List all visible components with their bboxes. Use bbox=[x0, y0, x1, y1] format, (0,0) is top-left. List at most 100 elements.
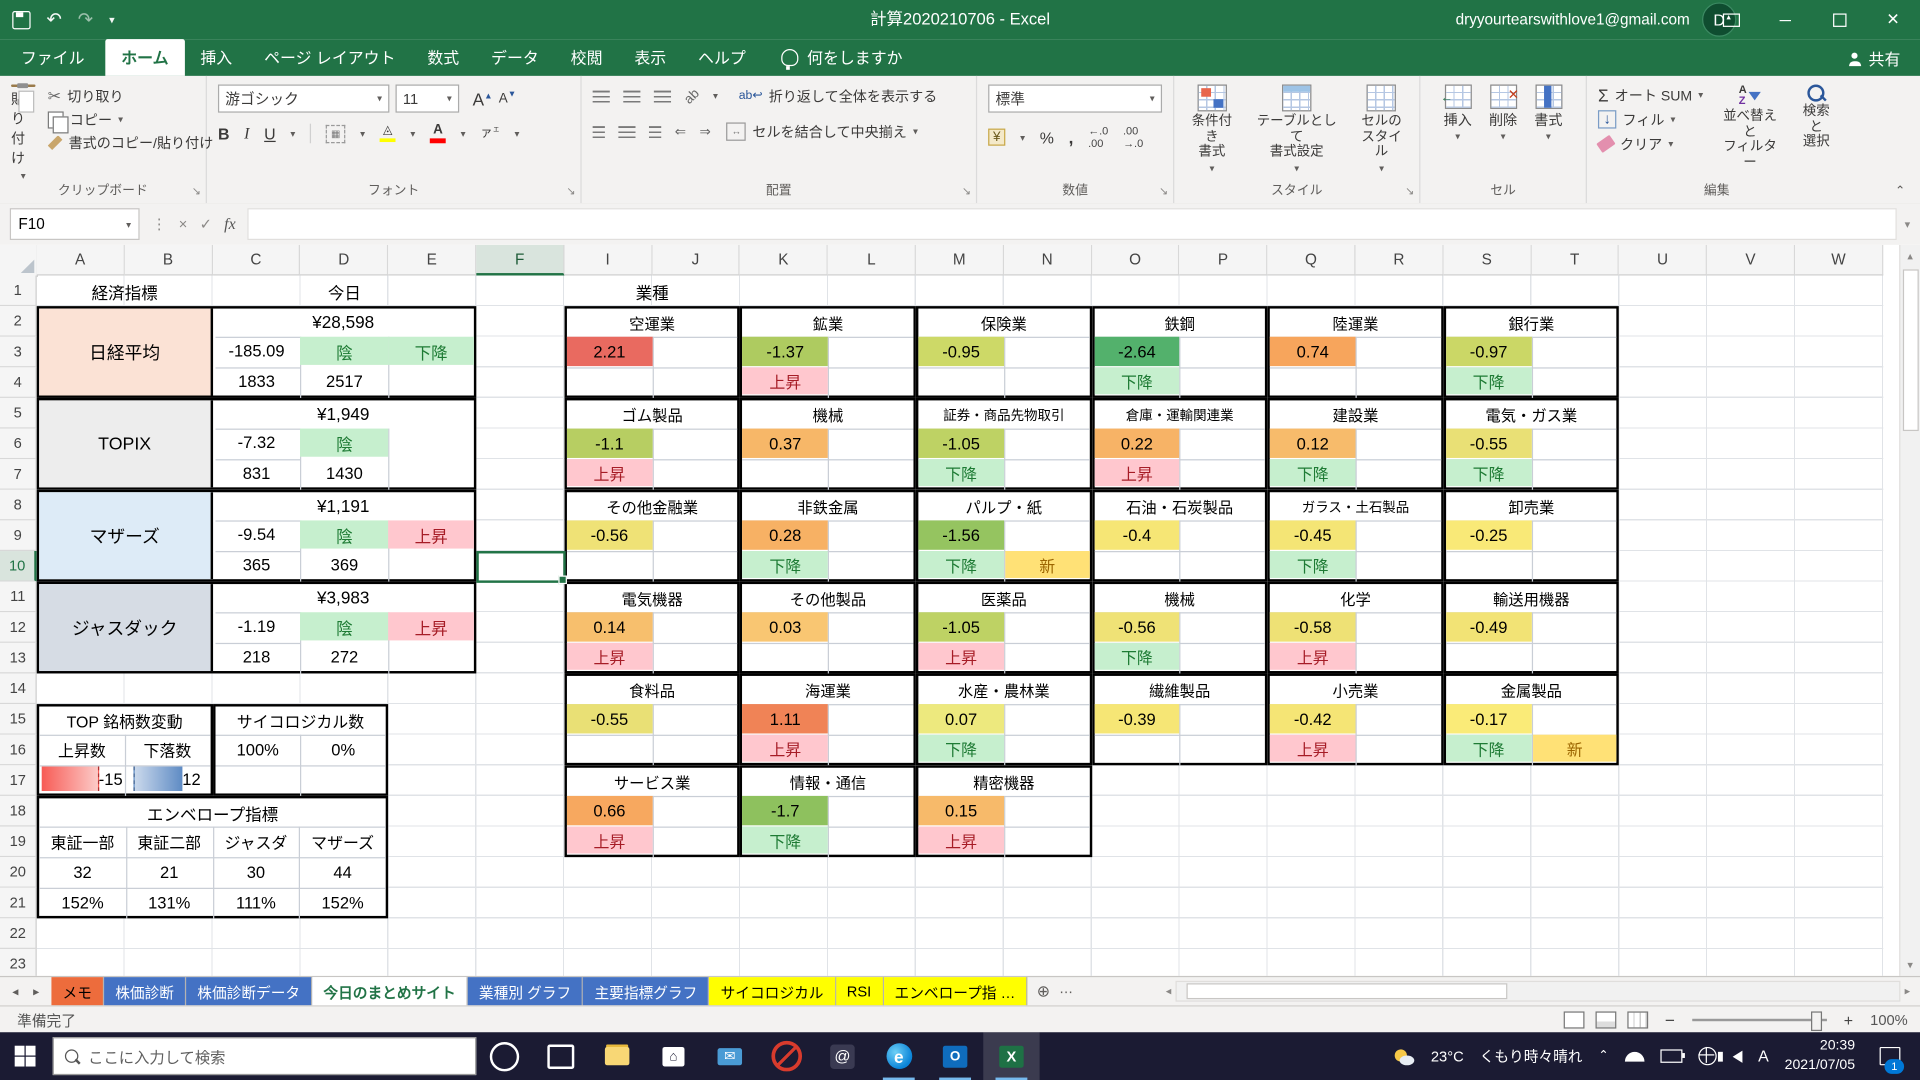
align-right-icon[interactable] bbox=[649, 126, 661, 138]
decliners-value[interactable]: 12 bbox=[125, 765, 210, 792]
collapse-ribbon-icon[interactable]: ⌃ bbox=[1895, 185, 1905, 198]
index-decliners[interactable]: 369 bbox=[300, 551, 388, 579]
scroll-up-icon[interactable]: ▴ bbox=[1900, 245, 1920, 263]
tab-file[interactable]: ファイル bbox=[0, 39, 105, 76]
account-email[interactable]: dryyourtearswithlove1@gmail.com bbox=[1456, 11, 1690, 28]
row-header-15[interactable]: 15 bbox=[0, 704, 37, 735]
column-header-R[interactable]: R bbox=[1356, 245, 1444, 276]
normal-view-icon[interactable] bbox=[1563, 1011, 1584, 1028]
industry-signal[interactable]: 下降 bbox=[743, 827, 828, 854]
industry-value[interactable]: -1.1 bbox=[567, 429, 652, 458]
industry-signal[interactable]: 上昇 bbox=[743, 735, 828, 762]
sheet-tab-RSI[interactable]: RSI bbox=[836, 977, 884, 1006]
page-break-view-icon[interactable] bbox=[1627, 1011, 1648, 1028]
zoom-slider[interactable] bbox=[1692, 1019, 1827, 1021]
index-decliners[interactable]: 272 bbox=[300, 643, 388, 671]
sheet-tab-メモ[interactable]: メモ bbox=[52, 977, 105, 1006]
index-advancers[interactable]: 1833 bbox=[213, 367, 301, 395]
industry-new-flag[interactable]: 新 bbox=[1533, 735, 1617, 762]
industry-signal[interactable]: 下降 bbox=[918, 459, 1003, 486]
weather-desc[interactable]: くもり時々晴れ bbox=[1480, 1046, 1583, 1067]
row-header-17[interactable]: 17 bbox=[0, 765, 37, 796]
index-signal[interactable]: 上昇 bbox=[388, 612, 473, 640]
paste-button[interactable]: 貼り付け▾ bbox=[11, 84, 35, 176]
industry-value[interactable]: -2.64 bbox=[1094, 337, 1179, 366]
taskbar-app-edge[interactable]: e bbox=[871, 1032, 927, 1080]
font-dialog-launcher-icon[interactable]: ↘ bbox=[566, 185, 575, 198]
industry-value[interactable]: -0.4 bbox=[1094, 520, 1179, 549]
ribbon-display-options-icon[interactable] bbox=[1704, 0, 1758, 39]
envelope-percent[interactable]: 152% bbox=[299, 888, 386, 917]
envelope-count[interactable]: 44 bbox=[299, 857, 386, 886]
industry-signal[interactable]: 上昇 bbox=[1094, 459, 1179, 486]
industry-value[interactable]: 0.03 bbox=[743, 612, 828, 641]
cancel-icon[interactable]: × bbox=[179, 216, 188, 233]
label-economic-indicators[interactable]: 経済指標 bbox=[37, 276, 213, 307]
fill-color-icon[interactable]: ◬ bbox=[380, 125, 396, 143]
decrease-indent-icon[interactable]: ⇐ bbox=[675, 124, 686, 140]
industry-value[interactable]: -1.05 bbox=[918, 612, 1003, 641]
styles-dialog-launcher-icon[interactable]: ↘ bbox=[1405, 185, 1414, 198]
clipboard-dialog-launcher-icon[interactable]: ↘ bbox=[192, 185, 201, 198]
insert-cells-button[interactable]: ← 挿入▾ bbox=[1444, 84, 1472, 176]
industry-value[interactable]: 0.22 bbox=[1094, 429, 1179, 458]
index-change[interactable]: -185.09 bbox=[213, 337, 301, 365]
industry-signal[interactable]: 下降 bbox=[1446, 735, 1531, 762]
industry-value[interactable]: -0.97 bbox=[1446, 337, 1531, 366]
row-header-7[interactable]: 7 bbox=[0, 459, 37, 490]
copy-button[interactable]: コピー ▾ bbox=[48, 108, 214, 131]
sheet-tab-業種別 グラフ[interactable]: 業種別 グラフ bbox=[468, 977, 584, 1006]
industry-value[interactable]: -1.56 bbox=[918, 520, 1003, 549]
clock[interactable]: 20:39 2021/07/05 bbox=[1785, 1037, 1855, 1075]
index-signal[interactable]: 下降 bbox=[388, 337, 473, 365]
index-price[interactable]: ¥28,598 bbox=[213, 309, 474, 336]
taskbar-app-excel[interactable]: X bbox=[983, 1032, 1039, 1080]
taskbar-app-at-sign[interactable]: @ bbox=[814, 1032, 870, 1080]
column-header-M[interactable]: M bbox=[916, 245, 1004, 276]
index-decliners[interactable]: 2517 bbox=[300, 367, 388, 395]
column-header-D[interactable]: D bbox=[300, 245, 388, 276]
industry-value[interactable]: -1.37 bbox=[743, 337, 828, 366]
industry-value[interactable]: 0.15 bbox=[918, 796, 1003, 825]
sheet-tab-株価診断[interactable]: 株価診断 bbox=[104, 977, 186, 1006]
industry-value[interactable]: 0.12 bbox=[1270, 429, 1355, 458]
row-header-14[interactable]: 14 bbox=[0, 673, 37, 704]
industry-value[interactable]: -1.7 bbox=[743, 796, 828, 825]
merge-center-button[interactable]: ↔セルを結合して中央揃え ▾ bbox=[727, 120, 918, 143]
all-sheets-icon[interactable]: ⋯ bbox=[1059, 977, 1072, 1006]
find-select-button[interactable]: 検索と 選択 bbox=[1797, 84, 1836, 176]
row-header-2[interactable]: 2 bbox=[0, 306, 37, 337]
increase-indent-icon[interactable]: ⇒ bbox=[699, 124, 710, 140]
index-advancers[interactable]: 218 bbox=[213, 643, 301, 671]
expand-formula-bar-icon[interactable]: ▾ bbox=[1905, 217, 1911, 230]
row-header-8[interactable]: 8 bbox=[0, 490, 37, 521]
column-header-E[interactable]: E bbox=[388, 245, 476, 276]
envelope-count[interactable]: 30 bbox=[213, 857, 300, 886]
column-header-I[interactable]: I bbox=[564, 245, 652, 276]
phonetic-icon[interactable]: ァェ bbox=[480, 127, 500, 141]
zoom-in-icon[interactable]: + bbox=[1844, 1011, 1853, 1029]
formula-input[interactable] bbox=[248, 208, 1897, 240]
scroll-left-icon[interactable]: ◂ bbox=[1166, 984, 1172, 997]
taskbar-app-task-view[interactable] bbox=[533, 1032, 589, 1080]
bold-icon[interactable]: B bbox=[218, 124, 229, 142]
column-header-C[interactable]: C bbox=[213, 245, 301, 276]
number-dialog-launcher-icon[interactable]: ↘ bbox=[1159, 185, 1168, 198]
font-color-icon[interactable]: A bbox=[430, 124, 446, 143]
start-button[interactable] bbox=[15, 1046, 36, 1067]
industry-signal[interactable]: 下降 bbox=[743, 551, 828, 578]
sheet-tab-今日のまとめサイト[interactable]: 今日のまとめサイト bbox=[312, 977, 468, 1006]
restore-icon[interactable] bbox=[1812, 0, 1866, 39]
tab-挿入[interactable]: 挿入 bbox=[184, 39, 248, 76]
scroll-down-icon[interactable]: ▾ bbox=[1900, 959, 1920, 972]
column-header-N[interactable]: N bbox=[1004, 245, 1092, 276]
font-size-select[interactable]: 11▾ bbox=[396, 84, 460, 112]
column-header-F[interactable]: F bbox=[476, 245, 564, 276]
psychological-value-1[interactable]: 100% bbox=[215, 735, 300, 764]
align-center-icon[interactable] bbox=[618, 126, 635, 138]
industry-signal[interactable]: 下降 bbox=[1094, 643, 1179, 670]
sort-filter-button[interactable]: AZ 並べ替えと フィルター bbox=[1718, 84, 1782, 176]
cell-styles-button[interactable]: セルの スタイル▾ bbox=[1355, 84, 1408, 176]
select-all-corner[interactable] bbox=[0, 245, 38, 277]
industry-value[interactable]: -1.05 bbox=[918, 429, 1003, 458]
